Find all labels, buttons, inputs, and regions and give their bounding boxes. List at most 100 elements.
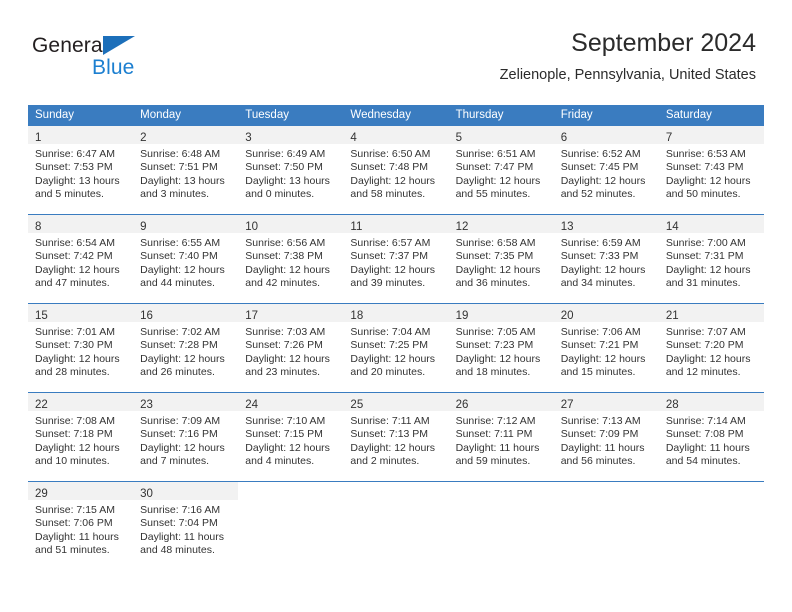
logo-text-general: General (32, 34, 108, 57)
daylight-text-line2: and 5 minutes. (35, 188, 104, 201)
sunset-text: Sunset: 7:48 PM (350, 161, 429, 174)
daylight-text-line1: Daylight: 11 hours (455, 441, 540, 454)
calendar-day-cell[interactable]: 6 Sunrise: 6:52 AM Sunset: 7:45 PM Daylight… (553, 125, 659, 215)
weekday-header-wednesday: Wednesday (343, 105, 449, 126)
daylight-text-line1: Daylight: 12 hours (665, 263, 751, 276)
weekday-header-thursday: Thursday (448, 105, 554, 126)
day-number-strip: 6 (553, 126, 659, 144)
day-details: Sunrise: 7:11 AM Sunset: 7:13 PM Daylight:… (343, 411, 448, 469)
calendar-day-cell[interactable]: 11 Sunrise: 6:57 AM Sunset: 7:37 PM Dayligh… (343, 214, 449, 304)
day-number: 5 (455, 132, 462, 144)
day-number-strip: 14 (658, 215, 764, 233)
daylight-text-line2: and 28 minutes. (35, 366, 110, 379)
calendar-day-cell[interactable]: 30 Sunrise: 7:16 AM Sunset: 7:04 PM Dayligh… (133, 481, 239, 568)
calendar-day-cell[interactable]: 17 Sunrise: 7:03 AM Sunset: 7:26 PM Dayligh… (238, 303, 344, 393)
calendar-day-cell[interactable]: 12 Sunrise: 6:58 AM Sunset: 7:35 PM Dayligh… (448, 214, 554, 304)
day-number: 21 (665, 310, 679, 322)
day-details: Sunrise: 7:10 AM Sunset: 7:15 PM Daylight:… (238, 411, 343, 469)
calendar-day-cell[interactable]: 16 Sunrise: 7:02 AM Sunset: 7:28 PM Dayligh… (133, 303, 239, 393)
calendar-day-cell[interactable]: 29 Sunrise: 7:15 AM Sunset: 7:06 PM Dayligh… (28, 481, 134, 568)
day-number: 6 (560, 132, 568, 144)
daylight-text-line1: Daylight: 12 hours (455, 263, 541, 276)
day-details: Sunrise: 6:58 AM Sunset: 7:35 PM Daylight:… (449, 233, 554, 291)
calendar-day-cell[interactable]: 8 Sunrise: 6:54 AM Sunset: 7:42 PM Daylight… (28, 214, 134, 304)
page-header: General Blue September 2024 Zelienople, … (28, 28, 756, 96)
calendar-day-cell[interactable]: 18 Sunrise: 7:04 AM Sunset: 7:25 PM Dayligh… (343, 303, 449, 393)
sunrise-text: Sunrise: 7:03 AM (245, 326, 326, 338)
day-number-strip: 1 (28, 126, 134, 144)
day-number: 8 (35, 221, 42, 233)
title-block: September 2024 Zelienople, Pennsylvania,… (500, 28, 756, 86)
calendar-day-cell[interactable]: 5 Sunrise: 6:51 AM Sunset: 7:47 PM Daylight… (448, 125, 554, 215)
day-number-strip: 28 (658, 393, 764, 411)
calendar-week-row: 22 Sunrise: 7:08 AM Sunset: 7:18 PM Dayligh… (28, 392, 764, 482)
day-number-strip (449, 482, 554, 500)
day-number: 9 (140, 221, 147, 233)
sunrise-text: Sunrise: 6:50 AM (350, 148, 431, 160)
day-number: 18 (350, 310, 364, 322)
day-number: 16 (140, 310, 153, 322)
sunrise-text: Sunrise: 7:08 AM (35, 415, 115, 427)
sunset-text: Sunset: 7:18 PM (35, 428, 113, 441)
sunrise-text: Sunrise: 7:16 AM (140, 504, 221, 516)
day-number: 22 (35, 399, 48, 411)
sunset-text: Sunset: 7:23 PM (455, 339, 534, 352)
daylight-text-line2: and 36 minutes. (455, 277, 531, 290)
daylight-text-line1: Daylight: 12 hours (35, 441, 120, 454)
general-blue-logo: General Blue (32, 34, 162, 86)
daylight-text-line2: and 31 minutes. (665, 277, 741, 290)
calendar-day-cell[interactable]: 25 Sunrise: 7:11 AM Sunset: 7:13 PM Dayligh… (343, 392, 449, 482)
sunset-text: Sunset: 7:25 PM (350, 339, 429, 352)
daylight-text-line1: Daylight: 12 hours (245, 263, 330, 276)
calendar-day-cell[interactable]: 26 Sunrise: 7:12 AM Sunset: 7:11 PM Dayligh… (448, 392, 554, 482)
calendar-week-row: 15 Sunrise: 7:01 AM Sunset: 7:30 PM Dayligh… (28, 303, 764, 393)
daylight-text-line1: Daylight: 12 hours (350, 441, 436, 454)
day-number: 14 (665, 221, 679, 233)
weekday-header-saturday: Saturday (658, 105, 764, 126)
daylight-text-line2: and 18 minutes. (455, 366, 531, 379)
daylight-text-line2: and 10 minutes. (35, 455, 110, 468)
calendar-day-cell[interactable]: 15 Sunrise: 7:01 AM Sunset: 7:30 PM Dayligh… (28, 303, 134, 393)
day-details: Sunrise: 7:15 AM Sunset: 7:06 PM Daylight:… (28, 500, 133, 558)
calendar-day-cell[interactable]: 24 Sunrise: 7:10 AM Sunset: 7:15 PM Dayligh… (238, 392, 344, 482)
calendar-day-cell[interactable]: 7 Sunrise: 6:53 AM Sunset: 7:43 PM Daylight… (658, 125, 764, 215)
calendar-day-cell-empty (343, 481, 449, 568)
calendar-day-cell[interactable]: 23 Sunrise: 7:09 AM Sunset: 7:16 PM Dayligh… (133, 392, 239, 482)
calendar-day-cell[interactable]: 1 Sunrise: 6:47 AM Sunset: 7:53 PM Daylight… (28, 125, 134, 215)
page-subtitle: Zelienople, Pennsylvania, United States (499, 67, 756, 83)
daylight-text-line2: and 34 minutes. (560, 277, 636, 290)
calendar-day-cell[interactable]: 20 Sunrise: 7:06 AM Sunset: 7:21 PM Dayligh… (553, 303, 659, 393)
calendar-day-cell[interactable]: 27 Sunrise: 7:13 AM Sunset: 7:09 PM Dayligh… (553, 392, 659, 482)
day-number-strip: 10 (238, 215, 344, 233)
day-number-strip: 17 (238, 304, 344, 322)
calendar-day-cell[interactable]: 28 Sunrise: 7:14 AM Sunset: 7:08 PM Dayligh… (658, 392, 764, 482)
calendar-day-cell[interactable]: 14 Sunrise: 7:00 AM Sunset: 7:31 PM Dayligh… (658, 214, 764, 304)
calendar-day-cell[interactable]: 19 Sunrise: 7:05 AM Sunset: 7:23 PM Dayligh… (448, 303, 554, 393)
sunrise-text: Sunrise: 6:56 AM (245, 237, 326, 249)
daylight-text-line2: and 50 minutes. (665, 188, 741, 201)
calendar-day-cell[interactable]: 4 Sunrise: 6:50 AM Sunset: 7:48 PM Daylight… (343, 125, 449, 215)
day-details: Sunrise: 6:54 AM Sunset: 7:42 PM Daylight:… (28, 233, 133, 291)
sunset-text: Sunset: 7:11 PM (455, 428, 533, 441)
calendar-day-cell[interactable]: 3 Sunrise: 6:49 AM Sunset: 7:50 PM Daylight… (238, 125, 344, 215)
day-details: Sunrise: 6:50 AM Sunset: 7:48 PM Daylight:… (343, 144, 448, 202)
calendar-day-cell[interactable]: 22 Sunrise: 7:08 AM Sunset: 7:18 PM Dayligh… (28, 392, 134, 482)
day-number: 29 (35, 488, 48, 500)
weekday-header-tuesday: Tuesday (238, 105, 344, 126)
calendar-day-cell[interactable]: 10 Sunrise: 6:56 AM Sunset: 7:38 PM Dayligh… (238, 214, 344, 304)
calendar-day-cell[interactable]: 9 Sunrise: 6:55 AM Sunset: 7:40 PM Daylight… (133, 214, 239, 304)
day-details: Sunrise: 7:04 AM Sunset: 7:25 PM Daylight:… (343, 322, 448, 380)
calendar-day-cell[interactable]: 13 Sunrise: 6:59 AM Sunset: 7:33 PM Dayligh… (553, 214, 659, 304)
daylight-text-line2: and 52 minutes. (560, 188, 636, 201)
day-details: Sunrise: 7:12 AM Sunset: 7:11 PM Daylight:… (449, 411, 554, 469)
calendar-day-cell[interactable]: 21 Sunrise: 7:07 AM Sunset: 7:20 PM Dayligh… (658, 303, 764, 393)
sunrise-text: Sunrise: 6:52 AM (560, 148, 641, 160)
day-number-strip: 16 (133, 304, 239, 322)
daylight-text-line2: and 59 minutes. (455, 455, 531, 468)
sunrise-text: Sunrise: 7:14 AM (665, 415, 746, 427)
calendar-day-cell[interactable]: 2 Sunrise: 6:48 AM Sunset: 7:51 PM Daylight… (133, 125, 239, 215)
sunset-text: Sunset: 7:04 PM (140, 517, 218, 530)
sunrise-text: Sunrise: 6:55 AM (140, 237, 221, 249)
day-number-strip: 4 (343, 126, 449, 144)
daylight-text-line1: Daylight: 12 hours (140, 263, 225, 276)
